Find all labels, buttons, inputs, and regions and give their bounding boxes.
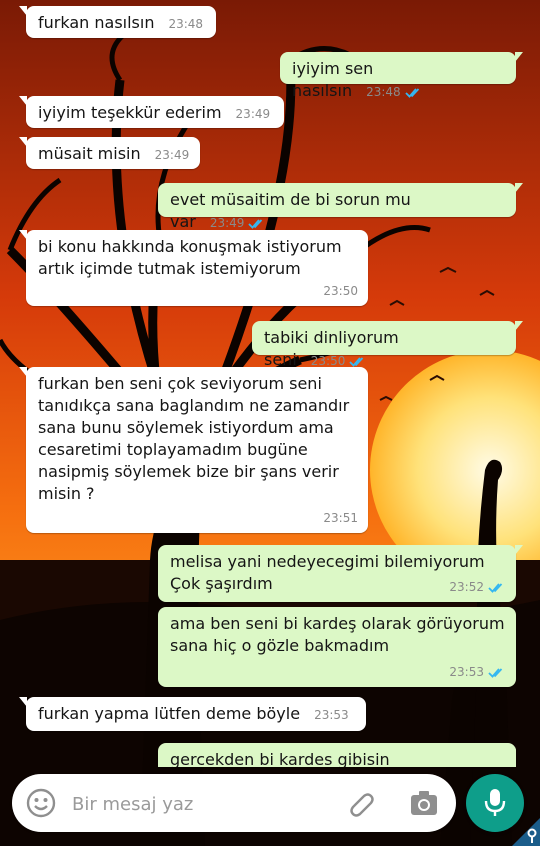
message-timestamp: 23:48 <box>366 85 423 99</box>
microphone-icon <box>484 789 506 816</box>
outgoing-message[interactable]: ama ben seni bi kardeş olarak görüyorum … <box>158 607 516 687</box>
incoming-message[interactable]: furkan yapma lütfen deme böyle 23:53 <box>19 697 366 731</box>
message-timestamp: 23:48 <box>168 17 203 31</box>
bubble-tail <box>19 6 27 16</box>
paperclip-icon[interactable] <box>346 788 376 818</box>
message-time: 23:48 <box>366 85 401 99</box>
message-time: 23:49 <box>154 148 190 162</box>
bubble-tail <box>515 545 523 555</box>
message-input[interactable] <box>70 788 344 820</box>
message-text: bi konu hakkında konuşmak istiyorum artı… <box>38 237 342 278</box>
message-text: iyiyim teşekkür ederim <box>38 103 222 122</box>
message-composer <box>12 774 456 832</box>
message-timestamp: 23:52 <box>449 576 506 598</box>
outgoing-message[interactable]: tabiki dinliyorum seni 23:50 <box>252 321 523 369</box>
bubble-tail <box>515 743 516 753</box>
message-time: 23:50 <box>310 354 346 368</box>
message-timestamp: 23:50 <box>311 354 368 368</box>
smiley-icon[interactable] <box>26 788 56 818</box>
message-text: furkan yapma lütfen deme böyle <box>38 704 301 723</box>
bubble-tail <box>19 96 27 106</box>
message-time: 23:48 <box>168 17 204 31</box>
message-text: müsait misin <box>38 144 141 163</box>
double-check-icon <box>345 354 367 368</box>
message-timestamp: 23:49 <box>155 148 190 162</box>
message-text: melisa yani nedeyecegimi bilemiyorum Çok… <box>170 552 485 593</box>
bubble-tail <box>515 52 523 62</box>
message-text: furkan nasılsın <box>38 13 155 32</box>
message-text: gercekden bi kardes gibisin <box>170 750 390 767</box>
message-timestamp: 23:49 <box>236 107 271 121</box>
double-check-icon <box>484 665 506 679</box>
message-timestamp: 23:53 <box>449 661 506 683</box>
bubble-tail <box>515 183 523 193</box>
incoming-message[interactable]: bi konu hakkında konuşmak istiyorum artı… <box>19 230 368 306</box>
message-text: ama ben seni bi kardeş olarak görüyorum … <box>170 614 505 655</box>
bubble-tail <box>19 367 27 377</box>
camera-icon[interactable] <box>410 790 438 816</box>
message-text: iyiyim sen nasılsın <box>292 59 374 100</box>
message-time: 23:51 <box>323 511 358 525</box>
incoming-message[interactable]: iyiyim teşekkür ederim 23:49 <box>19 96 284 128</box>
outgoing-message[interactable]: iyiyim sen nasılsın 23:48 <box>280 52 523 100</box>
double-check-icon <box>484 580 506 594</box>
incoming-message[interactable]: furkan nasılsın 23:48 <box>19 6 216 38</box>
double-check-icon <box>244 216 266 230</box>
message-time: 23:49 <box>235 107 271 121</box>
message-timestamp: 23:49 <box>210 216 267 230</box>
bubble-tail <box>19 230 27 240</box>
bubble-tail <box>19 137 27 147</box>
outgoing-message[interactable]: melisa yani nedeyecegimi bilemiyorum Çok… <box>158 545 523 602</box>
message-time: 23:52 <box>449 580 484 594</box>
message-timestamp: 23:51 <box>323 507 358 529</box>
message-timestamp: 23:50 <box>323 280 358 302</box>
message-timestamp: 23:53 <box>314 708 349 722</box>
key-icon <box>512 818 540 846</box>
bubble-tail <box>19 697 27 707</box>
message-time: 23:53 <box>314 708 349 722</box>
outgoing-message[interactable]: evet müsaitim de bi sorun mu var 23:49 <box>158 183 523 231</box>
bubble-tail <box>515 321 523 331</box>
message-time: 23:53 <box>449 665 484 679</box>
message-text: furkan ben seni çok seviyorum seni tanıd… <box>38 374 350 503</box>
message-time: 23:50 <box>323 284 358 298</box>
double-check-icon <box>401 85 423 99</box>
outgoing-message[interactable]: gercekden bi kardes gibisin <box>158 743 516 767</box>
message-time: 23:49 <box>209 216 245 230</box>
incoming-message[interactable]: furkan ben seni çok seviyorum seni tanıd… <box>19 367 368 533</box>
incoming-message[interactable]: müsait misin 23:49 <box>19 137 200 169</box>
